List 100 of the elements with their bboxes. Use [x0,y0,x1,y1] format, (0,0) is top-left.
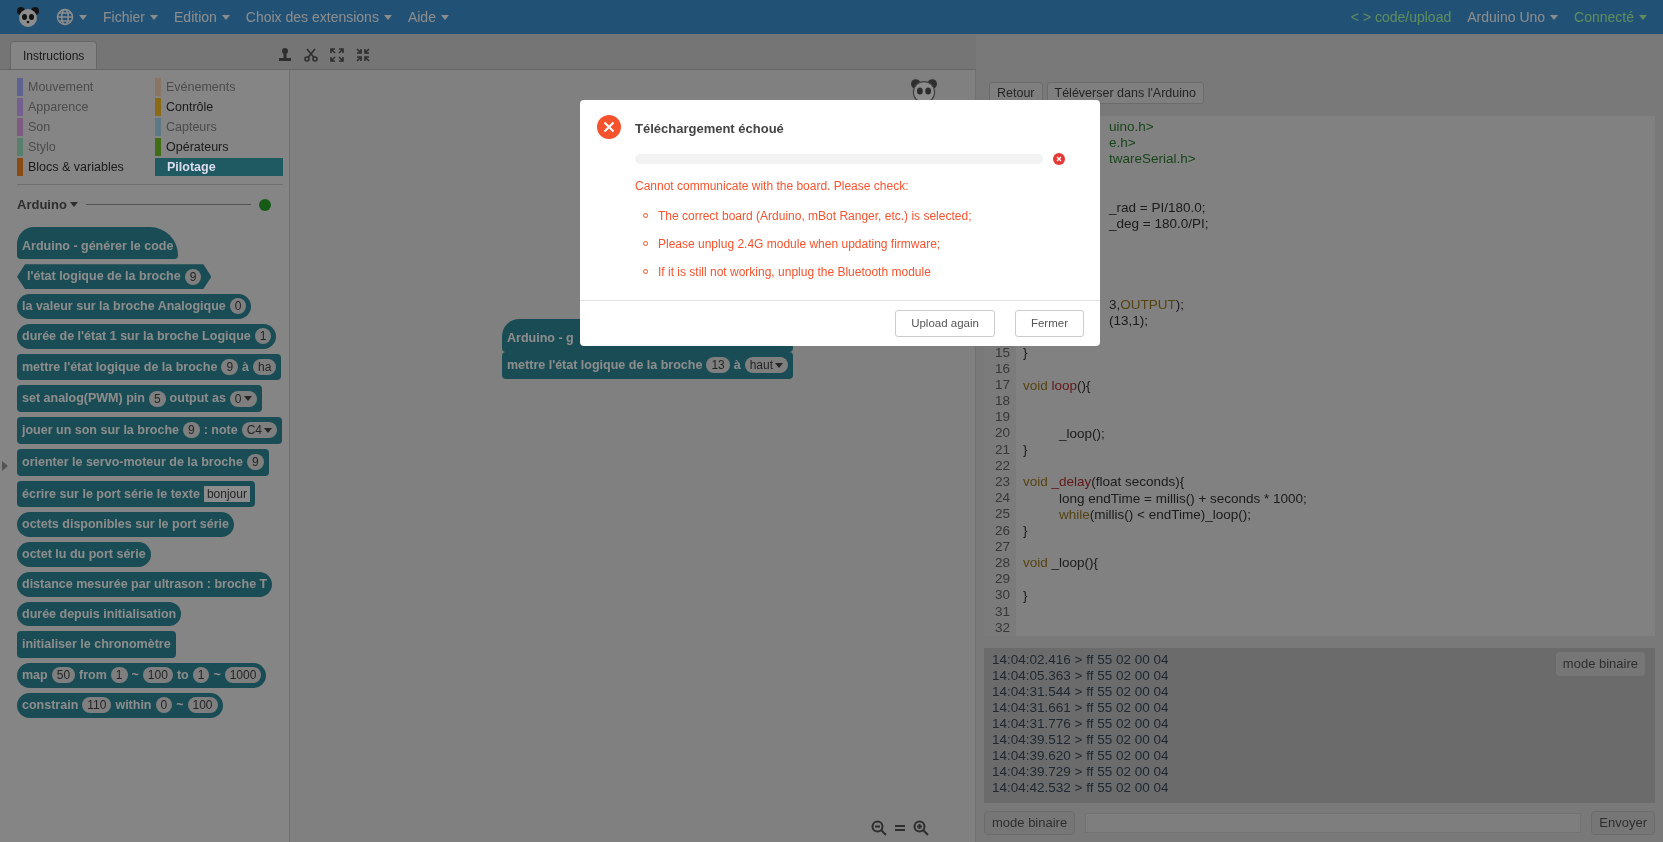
menu-item[interactable]: Fichier [103,6,158,28]
block-label: écrire sur le port série le texte [22,485,200,503]
number-input[interactable]: 100 [142,667,173,684]
category-item[interactable]: Opérateurs [155,138,283,156]
dialog-button[interactable]: Upload again [895,310,995,337]
code-line: _rad = PI/180.0; [1109,199,1206,215]
block-label: l'état logique de la broche [27,268,181,286]
block-label: set analog(PWM) pin [22,390,145,408]
log-line: 14:04:39.620 > ff 55 02 00 04 [992,748,1169,764]
code-block[interactable]: mettre l'état logique de la broche 13 à haut [502,351,794,379]
number-input[interactable]: 9 [184,268,202,285]
line-number: 15 [994,344,1010,360]
code-line: while(millis() < endTime)_loop(); [1059,506,1251,522]
binary-mode-button[interactable]: mode binaire [984,811,1076,835]
code-block[interactable]: map 50 from 1 ~ 100 to 1 ~ 1000 [17,663,267,688]
code-block[interactable]: Arduino - générer le code [17,226,179,260]
code-block[interactable]: orienter le servo-moteur de la broche 9 [17,448,269,476]
line-number: 29 [994,571,1010,587]
board-menu[interactable]: Arduino Uno [1467,6,1559,28]
code-block[interactable]: octet lu du port série [17,542,151,567]
check-item: The correct board (Arduino, mBot Ranger, etc.) is selected; [658,208,972,223]
code-line: (13,1); [1109,312,1149,328]
block-label: output as [169,390,226,408]
number-input[interactable]: 1 [254,328,272,345]
toolbar-button[interactable]: Téléverser dans l'Arduino [1046,82,1204,104]
code-block[interactable]: constrain 110 within 0 ~ 100 [17,692,223,718]
code-block[interactable]: écrire sur le port série le texte bonjour [17,480,255,508]
block-label: ~ [176,696,184,714]
number-input[interactable]: 1 [192,667,210,684]
line-number: 18 [994,393,1010,409]
code-block[interactable]: jouer un son sur la broche 9 : note C4 [17,417,283,444]
extension-menu[interactable]: Arduino [17,195,78,215]
block-label: jouer un son sur la broche [22,422,179,439]
number-input[interactable]: 9 [246,454,264,471]
number-input[interactable]: 0 [229,298,247,315]
code-block[interactable]: durée depuis initialisation [17,601,182,627]
number-input[interactable]: 9 [183,422,200,439]
line-number: 24 [994,490,1010,506]
dropdown-input[interactable]: 0 [229,390,257,407]
category-item[interactable]: Blocs & variables [17,158,145,176]
code-line: } [1023,345,1028,361]
number-input[interactable]: 1000 [224,667,262,684]
block-label: à [733,356,741,374]
number-input[interactable]: 50 [51,667,76,684]
dropdown-input[interactable]: C4 [241,422,278,439]
dialog-button[interactable]: Fermer [1014,310,1084,337]
block-label: within [115,696,152,714]
number-input[interactable]: 0 [155,697,173,714]
category-item[interactable]: Contrôle [155,98,283,116]
block-label: Arduino - g [507,330,574,347]
line-number: 28 [994,554,1010,570]
block-label: octet lu du port série [22,546,146,563]
number-input[interactable]: 100 [187,697,218,714]
log-line: 14:04:39.729 > ff 55 02 00 04 [992,764,1169,780]
number-input[interactable]: 5 [148,390,166,407]
block-label: from [79,667,107,684]
send-button[interactable]: Envoyer [1591,811,1655,835]
code-block[interactable]: durée de l'état 1 sur la broche Logique 1 [17,323,277,349]
number-input[interactable]: 9 [221,358,239,375]
number-input[interactable]: 1 [110,667,128,684]
error-message: Cannot communicate with the board. Please check: [635,177,909,195]
number-input[interactable]: ha [253,358,277,375]
code-line: long endTime = millis() + seconds * 1000; [1059,490,1307,506]
log-line: 14:04:31.544 > ff 55 02 00 04 [992,684,1169,700]
menu-item[interactable]: Aide [407,6,449,28]
code-block[interactable]: la valeur sur la broche Analogique 0 [17,294,252,319]
code-line: void _loop(){ [1023,555,1099,571]
code-block[interactable]: l'état logique de la broche 9 [17,264,212,289]
binary-mode-button[interactable]: mode binaire [1555,652,1645,676]
line-number: 26 [994,522,1010,538]
code-block[interactable]: distance mesurée par ultrason : broche T [17,571,273,597]
code-block[interactable]: set analog(PWM) pin 5 output as 0 [17,385,262,412]
block-label: ~ [213,667,221,684]
text-input[interactable]: bonjour [203,485,250,502]
code-block[interactable]: octets disponibles sur le port série [17,512,234,537]
line-number: 30 [994,587,1010,603]
block-label: ~ [131,667,139,684]
block-label: initialiser le chronomètre [22,636,171,654]
line-number: 20 [994,425,1010,441]
tab[interactable]: Instructions [10,41,98,69]
line-number: 21 [994,441,1010,457]
code-line: 3,OUTPUT); [1109,296,1184,312]
code-block[interactable]: mettre l'état logique de la broche 9 à ha [17,353,282,381]
code-block[interactable]: initialiser le chronomètre [17,631,176,658]
line-number: 17 [994,376,1010,392]
number-input[interactable]: 13 [706,357,730,374]
code-line: } [1023,523,1028,538]
menu-item[interactable]: Edition [174,6,230,28]
log-line: 14:04:39.512 > ff 55 02 00 04 [992,732,1169,748]
block-label: mettre l'état logique de la broche [22,358,218,376]
log-line: 14:04:31.661 > ff 55 02 00 04 [992,700,1169,716]
number-input[interactable]: 110 [82,697,112,714]
category-item[interactable]: Pilotage [155,158,283,176]
line-number: 22 [994,457,1010,473]
log-line: 14:04:05.363 > ff 55 02 00 04 [992,668,1169,684]
check-item: If it is still not working, unplug the Bluetooth module [658,264,931,279]
line-number: 25 [994,506,1010,522]
menu-item[interactable]: Choix des extensions [245,6,392,28]
dropdown-input[interactable]: haut [744,357,789,374]
log-line: 14:04:02.416 > ff 55 02 00 04 [992,652,1169,668]
